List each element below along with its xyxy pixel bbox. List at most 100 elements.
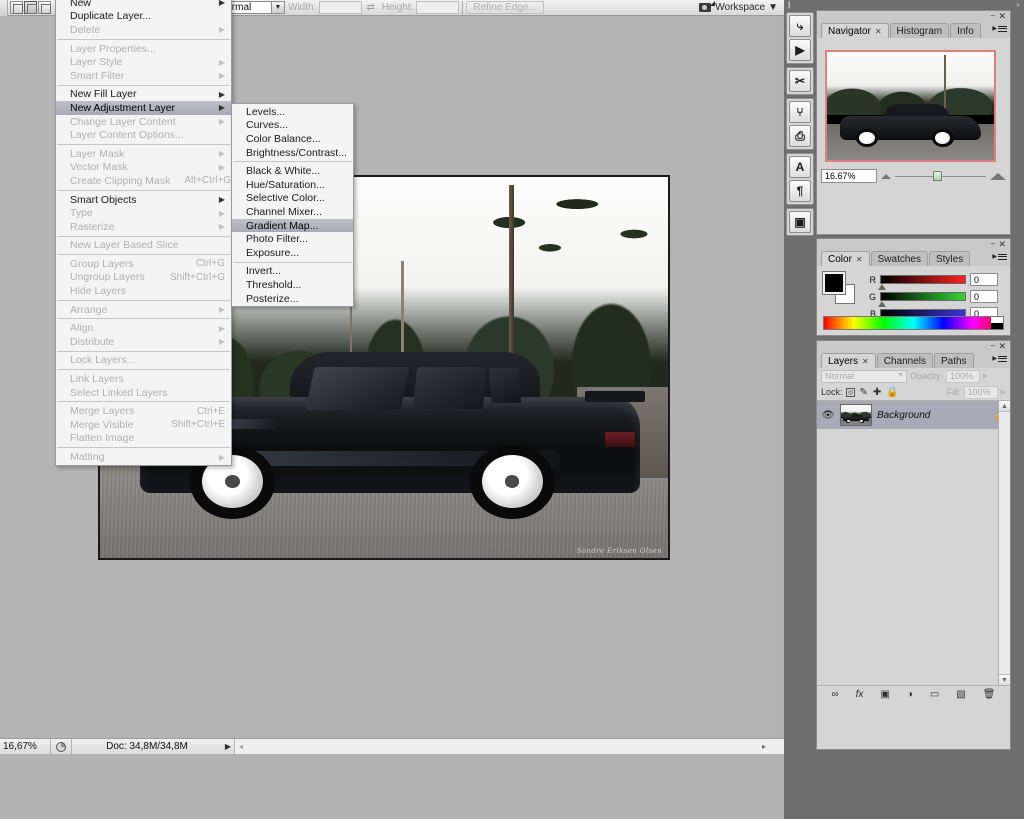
preset-icon-2[interactable] bbox=[24, 1, 37, 14]
navigator-minimize-icon[interactable]: – bbox=[991, 12, 995, 20]
scroll-down-arrow-icon[interactable]: ▼ bbox=[999, 674, 1010, 685]
adjustment-item-hue-saturation[interactable]: Hue/Saturation... bbox=[232, 178, 353, 192]
scroll-up-arrow-icon[interactable]: ▲ bbox=[999, 401, 1010, 412]
new-layer-icon[interactable]: ▧ bbox=[956, 689, 965, 700]
preset-icon-3[interactable] bbox=[38, 1, 51, 14]
foreground-color-swatch[interactable] bbox=[822, 271, 846, 295]
refine-edge-button[interactable]: Refine Edge... bbox=[466, 1, 544, 14]
adjustment-item-channel-mixer[interactable]: Channel Mixer... bbox=[232, 205, 353, 219]
channel-g-value[interactable]: 0 bbox=[970, 290, 998, 303]
status-left-arrow-icon[interactable]: ◂ bbox=[235, 742, 247, 751]
bridge-icon[interactable] bbox=[699, 1, 716, 14]
link-layers-icon[interactable]: ∞ bbox=[831, 689, 838, 700]
navigator-zoom-slider[interactable] bbox=[895, 169, 986, 183]
layer-style-icon[interactable]: fx bbox=[856, 689, 864, 700]
status-zoom-level[interactable]: 16,67% bbox=[0, 741, 50, 752]
eye-icon[interactable]: 👁 bbox=[821, 410, 835, 421]
tab-swatches[interactable]: Swatches bbox=[870, 251, 928, 266]
layer-list[interactable]: 👁 Background 🔒 ▲ ▼ bbox=[817, 400, 1010, 685]
tab-histogram[interactable]: Histogram bbox=[889, 23, 950, 38]
adjustment-item-black-white[interactable]: Black & White... bbox=[232, 164, 353, 178]
brushes-icon[interactable]: ⑂ bbox=[789, 101, 811, 123]
workspace-button[interactable]: Workspace ▼ bbox=[715, 2, 778, 13]
dock-collapse-icon[interactable]: » bbox=[1016, 2, 1020, 9]
layers-titlebar[interactable]: – ✕ bbox=[817, 341, 1010, 352]
layer-menu-item-new-adjustment-layer[interactable]: New Adjustment Layer ▶ bbox=[56, 101, 231, 115]
close-icon[interactable]: ✕ bbox=[856, 255, 863, 264]
tab-color[interactable]: Color ✕ bbox=[821, 251, 870, 266]
navigator-close-icon[interactable]: ✕ bbox=[998, 11, 1006, 21]
zoom-in-icon[interactable] bbox=[990, 172, 1006, 180]
layer-name[interactable]: Background bbox=[877, 410, 989, 421]
status-right-arrow-icon[interactable]: ▸ bbox=[758, 739, 770, 754]
status-menu-triangle-icon[interactable]: ▶ bbox=[222, 742, 234, 751]
tab-info[interactable]: Info bbox=[950, 23, 981, 38]
new-group-icon[interactable]: ▭ bbox=[930, 689, 939, 700]
adjustment-item-posterize[interactable]: Posterize... bbox=[232, 292, 353, 306]
preview-proof-icon[interactable] bbox=[50, 739, 72, 754]
fill-stepper-icon[interactable]: ▶ bbox=[1001, 388, 1006, 396]
actions-icon[interactable]: ▶ bbox=[789, 39, 811, 61]
close-icon[interactable]: ✕ bbox=[862, 357, 869, 366]
adjustment-item-levels[interactable]: Levels... bbox=[232, 105, 353, 119]
adjustment-item-selective-color[interactable]: Selective Color... bbox=[232, 192, 353, 206]
delete-layer-icon[interactable]: 🗑 bbox=[983, 689, 996, 700]
adjustment-item-exposure[interactable]: Exposure... bbox=[232, 246, 353, 260]
channel-r-slider[interactable] bbox=[878, 275, 966, 290]
tab-styles[interactable]: Styles bbox=[928, 251, 971, 266]
status-scroll-track[interactable]: ◂ bbox=[234, 739, 784, 754]
history-icon[interactable]: ⤷ bbox=[789, 15, 811, 37]
navigator-panel-menu-icon[interactable]: ▶ bbox=[992, 24, 1007, 33]
tool-presets-icon[interactable]: ✂ bbox=[789, 70, 811, 92]
adjustment-item-invert[interactable]: Invert... bbox=[232, 265, 353, 279]
color-titlebar[interactable]: – ✕ bbox=[817, 239, 1010, 250]
layer-menu[interactable]: New ▶ Duplicate Layer... Delete ▶ Layer Prope… bbox=[55, 0, 232, 466]
blend-mode-select[interactable]: Normal ▼ bbox=[821, 369, 907, 383]
chevron-down-icon[interactable]: ▼ bbox=[897, 372, 904, 379]
dock-header[interactable]: || » bbox=[784, 0, 1024, 10]
swap-dimensions-icon[interactable]: ⇄ bbox=[366, 2, 374, 13]
zoom-out-icon[interactable] bbox=[881, 173, 891, 179]
options-bar-grip[interactable] bbox=[0, 0, 8, 16]
close-icon[interactable]: ✕ bbox=[875, 27, 882, 36]
tab-paths[interactable]: Paths bbox=[933, 353, 974, 368]
clone-source-icon[interactable]: ⎙ bbox=[789, 125, 811, 147]
lock-position-icon[interactable]: ✚ bbox=[873, 387, 881, 398]
height-input[interactable] bbox=[416, 1, 460, 14]
chevron-down-icon[interactable]: ▼ bbox=[271, 2, 284, 13]
channel-g-slider[interactable] bbox=[878, 292, 966, 307]
layers-close-icon[interactable]: ✕ bbox=[998, 341, 1006, 351]
adjustment-item-curves[interactable]: Curves... bbox=[232, 119, 353, 133]
layer-comps-icon[interactable]: ▣ bbox=[789, 211, 811, 233]
fill-input[interactable]: 100% bbox=[963, 385, 998, 399]
layer-menu-item-new-fill-layer[interactable]: New Fill Layer ▶ bbox=[56, 88, 231, 102]
color-spectrum-ramp[interactable] bbox=[823, 316, 1004, 330]
dock-grip-icon[interactable]: || bbox=[788, 2, 790, 9]
navigator-titlebar[interactable]: – ✕ bbox=[817, 11, 1010, 22]
paragraph-icon[interactable]: ¶ bbox=[789, 180, 811, 202]
opacity-stepper-icon[interactable]: ▶ bbox=[983, 372, 988, 380]
layers-minimize-icon[interactable]: – bbox=[991, 342, 995, 350]
preset-icon-1[interactable] bbox=[10, 1, 23, 14]
table-row[interactable]: 👁 Background 🔒 bbox=[817, 401, 1010, 429]
opacity-input[interactable]: 100% bbox=[946, 369, 981, 383]
tab-layers[interactable]: Layers ✕ bbox=[821, 353, 876, 368]
layers-panel-menu-icon[interactable]: ▶ bbox=[992, 354, 1007, 363]
layer-thumbnail[interactable] bbox=[840, 404, 872, 426]
channel-r-value[interactable]: 0 bbox=[970, 273, 998, 286]
lock-all-icon[interactable]: 🔒 bbox=[886, 387, 898, 398]
color-minimize-icon[interactable]: – bbox=[991, 240, 995, 248]
color-close-icon[interactable]: ✕ bbox=[998, 239, 1006, 249]
lock-image-icon[interactable]: ✎ bbox=[860, 387, 868, 398]
adjustment-layer-icon[interactable]: ◑ bbox=[907, 689, 913, 700]
navigator-zoom-input[interactable]: 16.67% bbox=[821, 169, 877, 183]
adjustment-item-brightness-contrast[interactable]: Brightness/Contrast... bbox=[232, 146, 353, 160]
layer-menu-item-duplicate-layer[interactable]: Duplicate Layer... bbox=[56, 10, 231, 24]
adjustment-item-gradient-map[interactable]: Gradient Map... bbox=[232, 218, 353, 233]
adjustment-item-photo-filter[interactable]: Photo Filter... bbox=[232, 232, 353, 246]
layer-list-scrollbar[interactable]: ▲ ▼ bbox=[998, 401, 1010, 685]
tab-channels[interactable]: Channels bbox=[876, 353, 933, 368]
adjustment-item-color-balance[interactable]: Color Balance... bbox=[232, 132, 353, 146]
layer-menu-item-new[interactable]: New ▶ bbox=[56, 0, 231, 10]
new-adjustment-layer-submenu[interactable]: Levels... Curves... Color Balance... Bright… bbox=[231, 103, 354, 308]
